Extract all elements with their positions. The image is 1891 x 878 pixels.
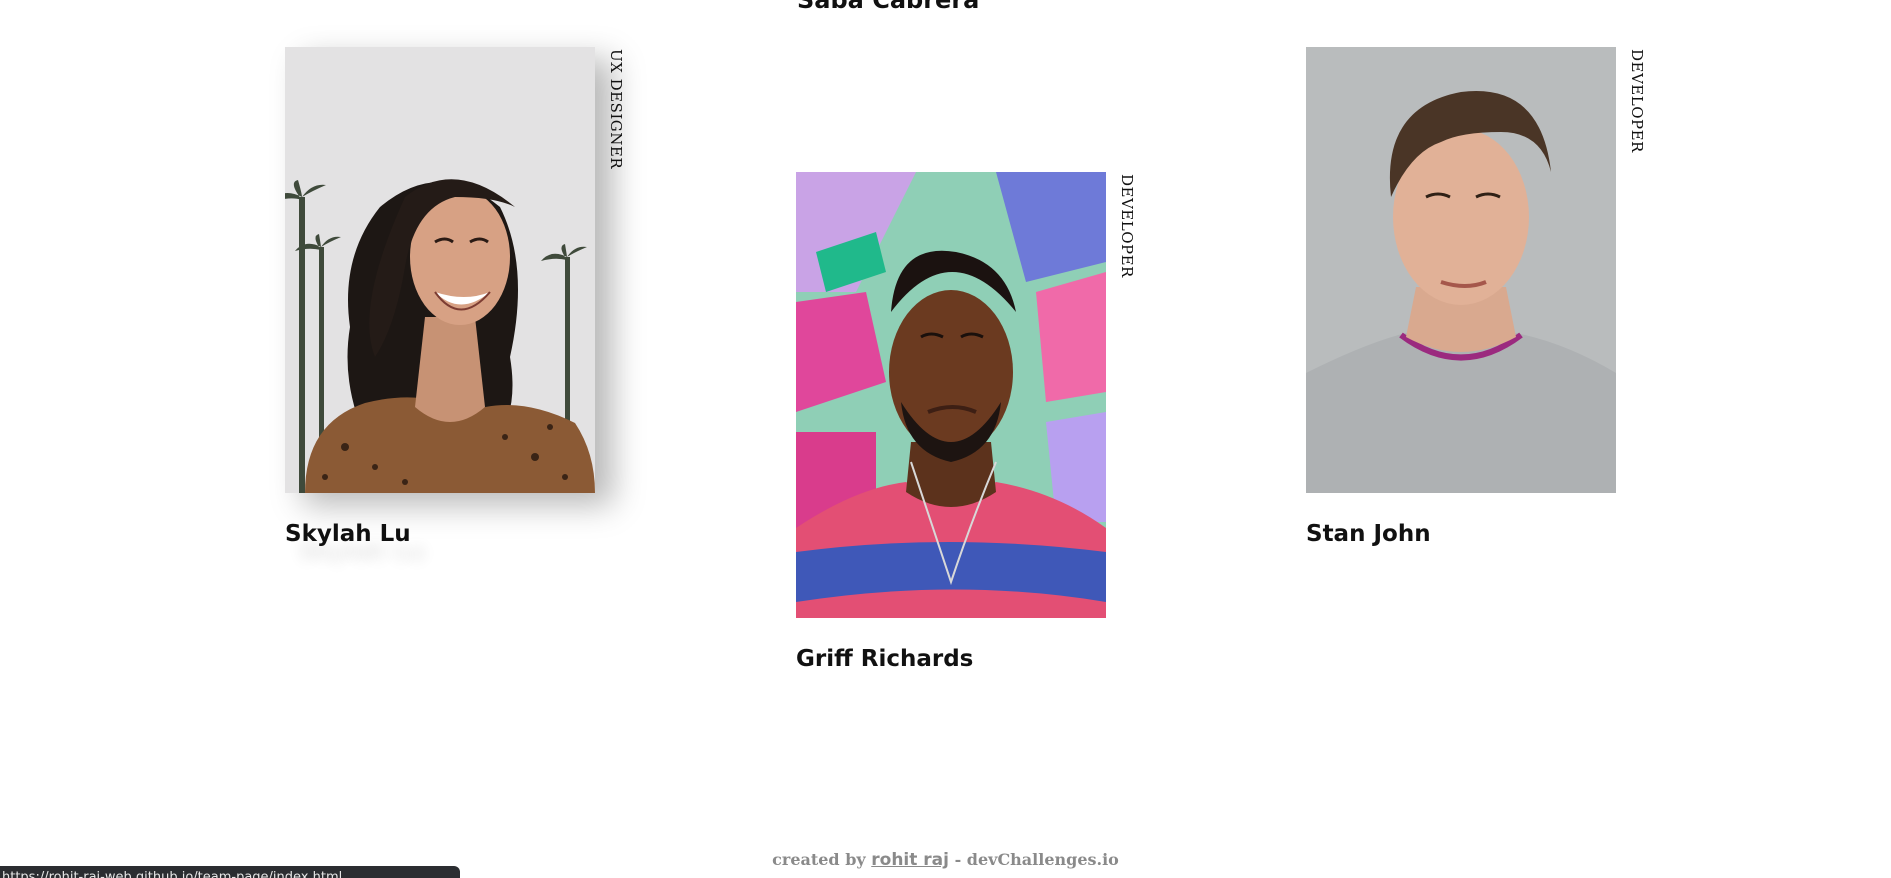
member-name-cut-off: Saba Cabrera	[797, 0, 980, 14]
member-name: Stan John	[1306, 521, 1431, 547]
member-photo	[796, 172, 1106, 618]
member-photo	[285, 47, 595, 493]
footer-suffix: - devChallenges.io	[954, 850, 1119, 869]
member-photo	[1306, 47, 1616, 493]
author-link[interactable]: rohit raj	[871, 850, 949, 870]
member-role: UX DESIGNER	[607, 49, 625, 170]
member-name: Skylah Lu	[285, 521, 411, 547]
member-role: DEVELOPER	[1628, 49, 1646, 153]
link-preview-status-bar: https://rohit-raj-web.github.io/team-pag…	[0, 866, 460, 878]
team-card-griff: DEVELOPER Griff Richards	[796, 172, 1196, 672]
member-role: DEVELOPER	[1118, 174, 1136, 278]
team-card-stan: DEVELOPER Stan John	[1306, 47, 1706, 547]
team-card-skylah: UX DESIGNER Skylah Lu	[285, 47, 685, 547]
member-name: Griff Richards	[796, 646, 974, 672]
footer-prefix: created by	[772, 850, 866, 869]
